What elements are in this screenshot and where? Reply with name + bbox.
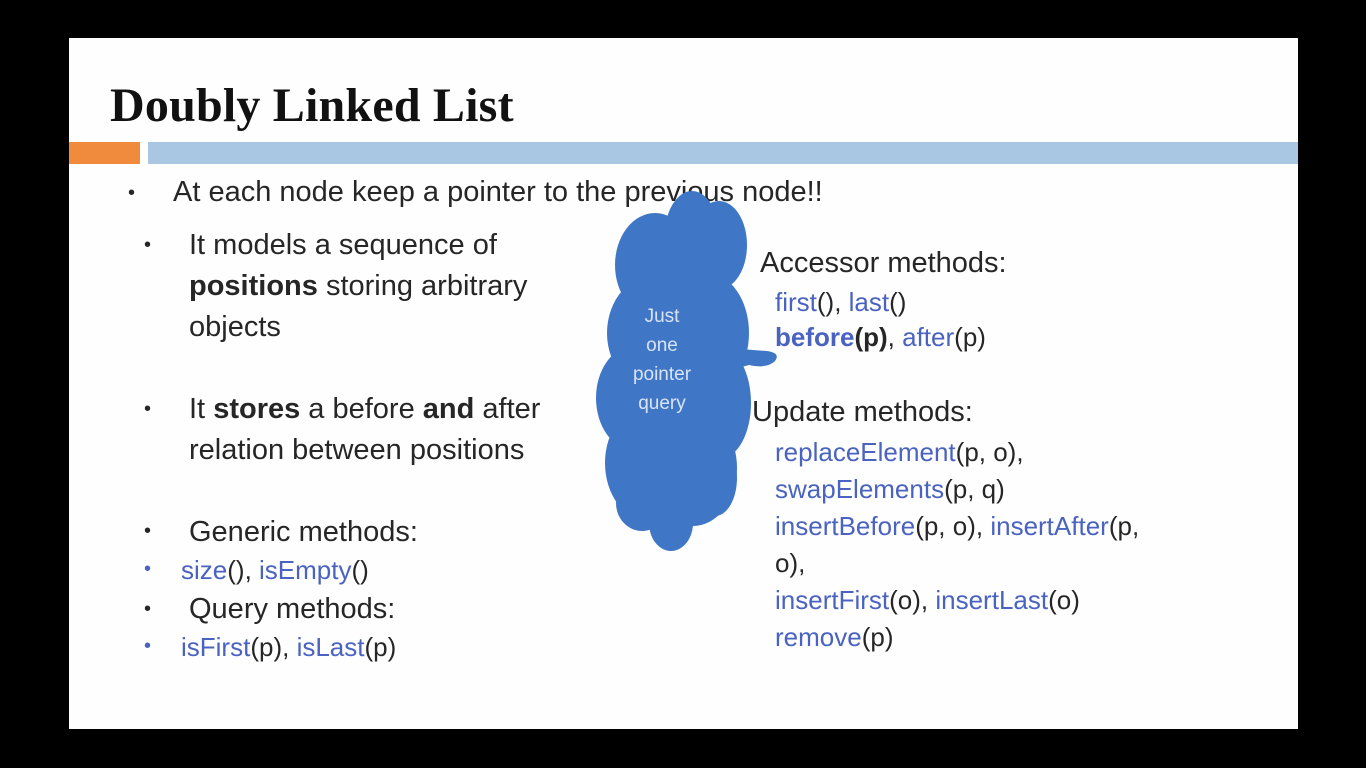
bullet-positions-line1: It models a sequence of (189, 229, 497, 261)
update-methods-line3-cont: o), (775, 548, 806, 578)
sub-bullet-dot: • (144, 635, 152, 657)
title-accent-bar-orange (69, 142, 140, 164)
update-methods-line4: insertFirst(o), insertLast(o) (775, 585, 1080, 615)
query-methods-label: Query methods: (189, 593, 396, 625)
bullet-dot: • (144, 598, 152, 620)
slide: Doubly Linked List • At each node keep a… (69, 38, 1298, 729)
update-methods-line2: swapElements(p, q) (775, 474, 1005, 504)
accessor-methods-line2: before(p), after(p) (775, 322, 986, 352)
slide-title: Doubly Linked List (110, 79, 514, 132)
bullet-relation-line2: relation between positions (189, 434, 525, 466)
title-accent-bar-blue (148, 142, 1298, 164)
main-bullet-dot: • (128, 182, 136, 204)
bullet-dot: • (144, 398, 152, 420)
update-methods-line1: replaceElement(p, o), (775, 437, 1024, 467)
accessor-methods-line1: first(), last() (775, 287, 907, 317)
bullet-relation-line1: It stores a before and after (189, 393, 541, 425)
bullet-dot: • (144, 520, 152, 542)
update-methods-line3: insertBefore(p, o), insertAfter(p, (775, 511, 1140, 541)
cloud-callout-text: Just one pointer query (632, 306, 692, 414)
generic-methods-list: size(), isEmpty() (181, 555, 369, 585)
update-methods-label: Update methods: (752, 396, 973, 428)
query-methods-list: isFirst(p), isLast(p) (181, 632, 397, 662)
bullet-positions-line2: positions storing arbitrary (189, 270, 528, 302)
generic-methods-label: Generic methods: (189, 516, 418, 548)
bullet-positions-line3: objects (189, 311, 281, 343)
sub-bullet-dot: • (144, 558, 152, 580)
accessor-methods-label: Accessor methods: (760, 247, 1007, 279)
bullet-dot: • (144, 234, 152, 256)
update-methods-line5: remove(p) (775, 622, 894, 652)
